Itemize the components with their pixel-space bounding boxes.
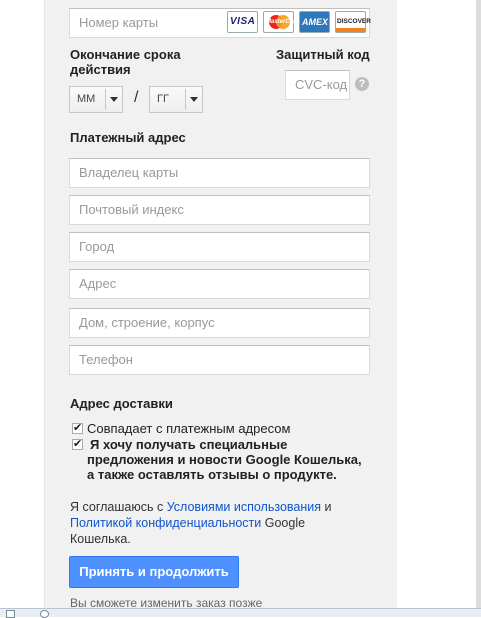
- building-input[interactable]: Дом, строение, корпус: [69, 308, 370, 338]
- expiry-separator: /: [134, 89, 139, 106]
- help-icon[interactable]: ?: [355, 77, 369, 91]
- same-as-billing-checkbox[interactable]: [72, 421, 83, 434]
- chevron-down-icon: [185, 89, 202, 110]
- discover-logo-icon: DISCOVER: [335, 11, 371, 33]
- card-number-placeholder: Номер карты: [79, 15, 159, 30]
- amex-logo-icon: AMEX: [299, 11, 330, 33]
- terms-of-service-link[interactable]: Условиями использования: [167, 500, 321, 514]
- zone-icon: [40, 610, 49, 618]
- city-input[interactable]: Город: [69, 232, 370, 262]
- mastercard-logo-icon: MasterCard: [263, 11, 299, 33]
- address-input[interactable]: Адрес: [69, 269, 370, 299]
- page-margin-right: [397, 0, 481, 616]
- cvc-input[interactable]: CVC-код: [285, 70, 350, 100]
- expiry-year-select[interactable]: ГГ: [149, 86, 203, 113]
- expiry-label: Окончание срока действия: [70, 47, 181, 77]
- security-code-label: Защитный код: [276, 47, 370, 62]
- card-owner-input[interactable]: Владелец карты: [69, 158, 370, 188]
- window-scrollbar[interactable]: [476, 0, 481, 610]
- offers-checkbox[interactable]: [72, 437, 83, 450]
- privacy-policy-link[interactable]: Политикой конфиденциальности: [70, 516, 261, 530]
- page-margin-left: [0, 0, 44, 616]
- visa-logo-icon: VISA: [227, 11, 258, 33]
- terms-agreement-text: Я соглашаюсь с Условиями использования и…: [70, 500, 332, 546]
- phone-input[interactable]: Телефон: [69, 345, 370, 375]
- accept-continue-button[interactable]: Принять и продолжить: [69, 556, 239, 588]
- offers-label: Я хочу получать специальные предложения …: [87, 437, 362, 482]
- change-order-hint: Вы сможете изменить заказ позже: [70, 596, 263, 608]
- shipping-address-heading: Адрес доставки: [70, 396, 173, 411]
- cvc-placeholder: CVC-код: [295, 77, 348, 92]
- same-as-billing-label: Совпадает с платежным адресом: [87, 421, 291, 436]
- page-icon: [6, 610, 15, 618]
- billing-address-heading: Платежный адрес: [70, 130, 186, 145]
- expiry-month-select[interactable]: ММ: [69, 86, 123, 113]
- chevron-down-icon: [105, 89, 122, 110]
- postal-code-input[interactable]: Почтовый индекс: [69, 195, 370, 225]
